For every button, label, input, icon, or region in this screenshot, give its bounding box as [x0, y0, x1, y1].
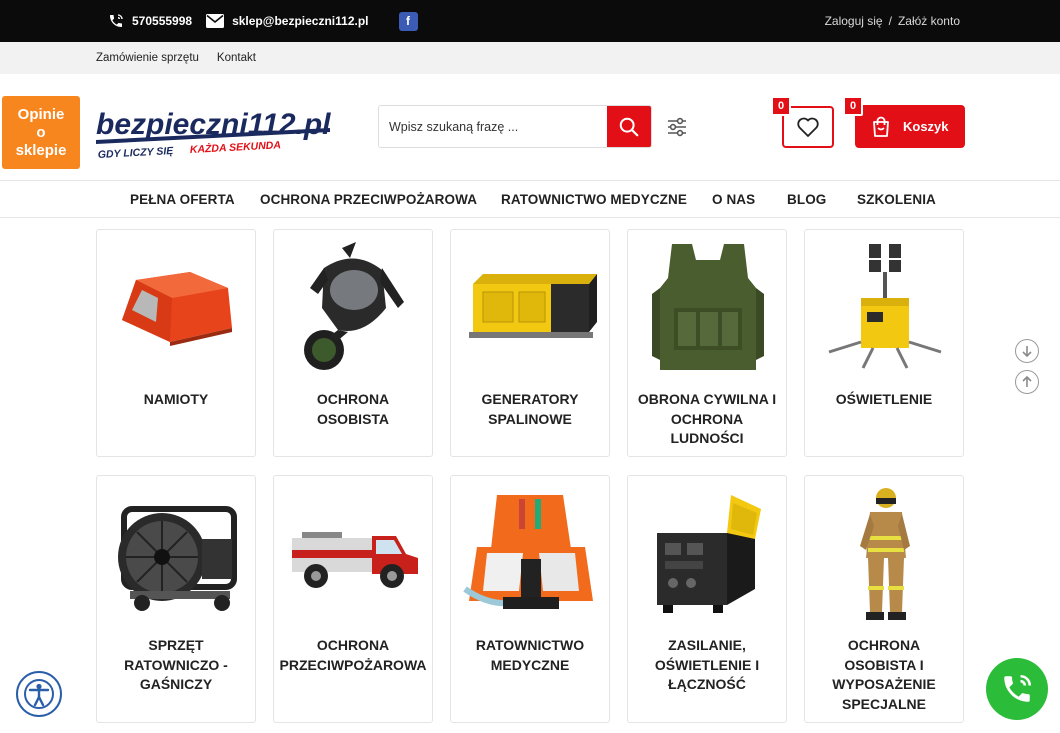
search-input[interactable] [379, 106, 607, 147]
firefighter-image [815, 484, 955, 624]
category-label-line: OSOBISTA I [844, 656, 924, 673]
scroll-up-button[interactable] [1015, 370, 1039, 394]
category-tile-generators[interactable]: GENERATORY SPALINOWE [450, 229, 610, 457]
category-label-line: NAMIOTY [143, 391, 209, 407]
category-label-line: WYPOSAŻENIE [832, 676, 936, 692]
category-tile-rescue-equipment[interactable]: SPRZĘT RATOWNICZO - GAŚNICZY [96, 475, 256, 723]
cart-count-badge: 0 [843, 96, 863, 116]
filter-sliders-icon[interactable] [666, 116, 688, 138]
secondary-nav: Zamówienie sprzętu Kontakt [0, 42, 1060, 74]
top-bar: 570555998 sklep@bezpieczni112.pl f Zalog… [0, 0, 1060, 42]
category-label-line: MEDYCZNE [490, 656, 570, 673]
arrow-up-icon [1022, 375, 1032, 387]
nav-full-offer[interactable]: PEŁNA OFERTA [130, 181, 235, 219]
category-label-line: OCHRONA [847, 637, 921, 653]
category-label-line: RATOWNICZO - [124, 656, 228, 673]
category-label-line: OBRONA CYWILNA I [637, 391, 777, 407]
shopping-bag-icon [873, 116, 889, 137]
accessibility-icon [24, 679, 54, 709]
main-nav: PEŁNA OFERTA OCHRONA PRZECIWPOŻAROWA RAT… [0, 180, 1060, 218]
site-logo[interactable]: bezpieczni112.pl GDY LICZY SIĘ KAŻDA SEK… [94, 94, 340, 164]
heart-icon [797, 117, 819, 137]
power-box-image [638, 484, 778, 624]
category-label-line: OCHRONA [670, 410, 744, 427]
category-label-line: GENERATORY [481, 391, 579, 407]
category-label-line: OŚWIETLENIE I [654, 656, 760, 673]
category-tile-fire-protection[interactable]: OCHRONA PRZECIWPOŻAROWA [273, 475, 433, 723]
category-tile-medical-rescue[interactable]: RATOWNICTWO MEDYCZNE [450, 475, 610, 723]
wishlist-count-badge: 0 [771, 96, 791, 116]
search-button[interactable] [607, 106, 651, 147]
category-tile-personal-protection[interactable]: OCHRONA OSOBISTA [273, 229, 433, 457]
logo-tagline-a: GDY LICZY SIĘ [98, 145, 175, 161]
category-tile-lighting[interactable]: OŚWIETLENIE [804, 229, 964, 457]
login-link[interactable]: Zaloguj się [825, 14, 883, 28]
store-reviews-button[interactable]: Opinie o sklepie [2, 96, 80, 169]
category-label-line: PRZECIWPOŻAROWA [279, 656, 427, 673]
phone-number: 570555998 [132, 14, 193, 28]
category-label-line: SPRZĘT [148, 637, 204, 653]
medical-bag-image [461, 484, 601, 624]
category-label-line: OCHRONA [316, 391, 390, 407]
category-tile-power-lighting-comms[interactable]: ZASILANIE, OŚWIETLENIE I ŁĄCZNOŚĆ [627, 475, 787, 723]
envelope-icon [206, 14, 225, 28]
nav-trainings[interactable]: SZKOLENIA [857, 181, 936, 219]
category-label-line: ZASILANIE, [668, 637, 746, 653]
category-label-line: LUDNOŚCI [670, 430, 744, 446]
account-separator: / [888, 14, 892, 28]
reviews-line-3: sklepie [15, 141, 67, 159]
email-link[interactable]: sklep@bezpieczni112.pl [206, 14, 369, 28]
order-equipment-link[interactable]: Zamówienie sprzętu [96, 52, 199, 64]
facebook-glyph: f [406, 14, 411, 28]
tent-image [107, 238, 247, 378]
reviews-line-2: o [36, 123, 46, 141]
fire-truck-image [284, 484, 424, 624]
category-label-line: SPECJALNE [841, 695, 927, 712]
phone-link[interactable]: 570555998 [108, 13, 192, 29]
phone-call-icon [1004, 674, 1032, 702]
category-label-line: GAŚNICZY [139, 676, 213, 692]
light-tower-image [815, 238, 955, 378]
category-tile-civil-defense[interactable]: OBRONA CYWILNA I OCHRONA LUDNOŚCI [627, 229, 787, 457]
category-label-line: OSOBISTA [316, 410, 390, 427]
gas-mask-image [284, 238, 424, 378]
category-tile-tents[interactable]: NAMIOTY [96, 229, 256, 457]
cart-label: Koszyk [903, 119, 949, 134]
search-box [378, 105, 652, 148]
accessibility-button[interactable] [16, 671, 62, 717]
category-label-line: ŁĄCZNOŚĆ [668, 676, 746, 692]
nav-fire-protection[interactable]: OCHRONA PRZECIWPOŻAROWA [260, 181, 477, 219]
call-button[interactable] [986, 658, 1048, 720]
contact-link[interactable]: Kontakt [217, 52, 256, 64]
category-label-line: OŚWIETLENIE [835, 391, 933, 407]
category-label-line: RATOWNICTWO [475, 637, 585, 653]
contact-info: 570555998 sklep@bezpieczni112.pl f [108, 0, 418, 42]
generator-image [461, 238, 601, 378]
nav-medical-rescue[interactable]: RATOWNICTWO MEDYCZNE [501, 181, 687, 219]
phone-icon [110, 14, 123, 27]
scroll-down-button[interactable] [1015, 339, 1039, 363]
category-label-line: SPALINOWE [488, 410, 572, 427]
register-link[interactable]: Załóż konto [898, 14, 960, 28]
nav-about[interactable]: O NAS [712, 181, 755, 219]
category-tile-special-equipment[interactable]: OCHRONA OSOBISTA I WYPOSAŻENIE SPECJALNE [804, 475, 964, 723]
facebook-icon[interactable]: f [398, 11, 418, 31]
vest-image [638, 238, 778, 378]
arrow-down-icon [1022, 346, 1032, 358]
account-links: Zaloguj się / Załóż konto [825, 0, 960, 42]
category-label-line: OCHRONA [316, 637, 390, 653]
search-icon [619, 117, 639, 136]
nav-blog[interactable]: BLOG [787, 181, 826, 219]
reviews-line-1: Opinie [17, 105, 65, 123]
email-address: sklep@bezpieczni112.pl [232, 14, 369, 28]
cart-button[interactable]: Koszyk [855, 105, 965, 148]
fan-image [107, 484, 247, 624]
